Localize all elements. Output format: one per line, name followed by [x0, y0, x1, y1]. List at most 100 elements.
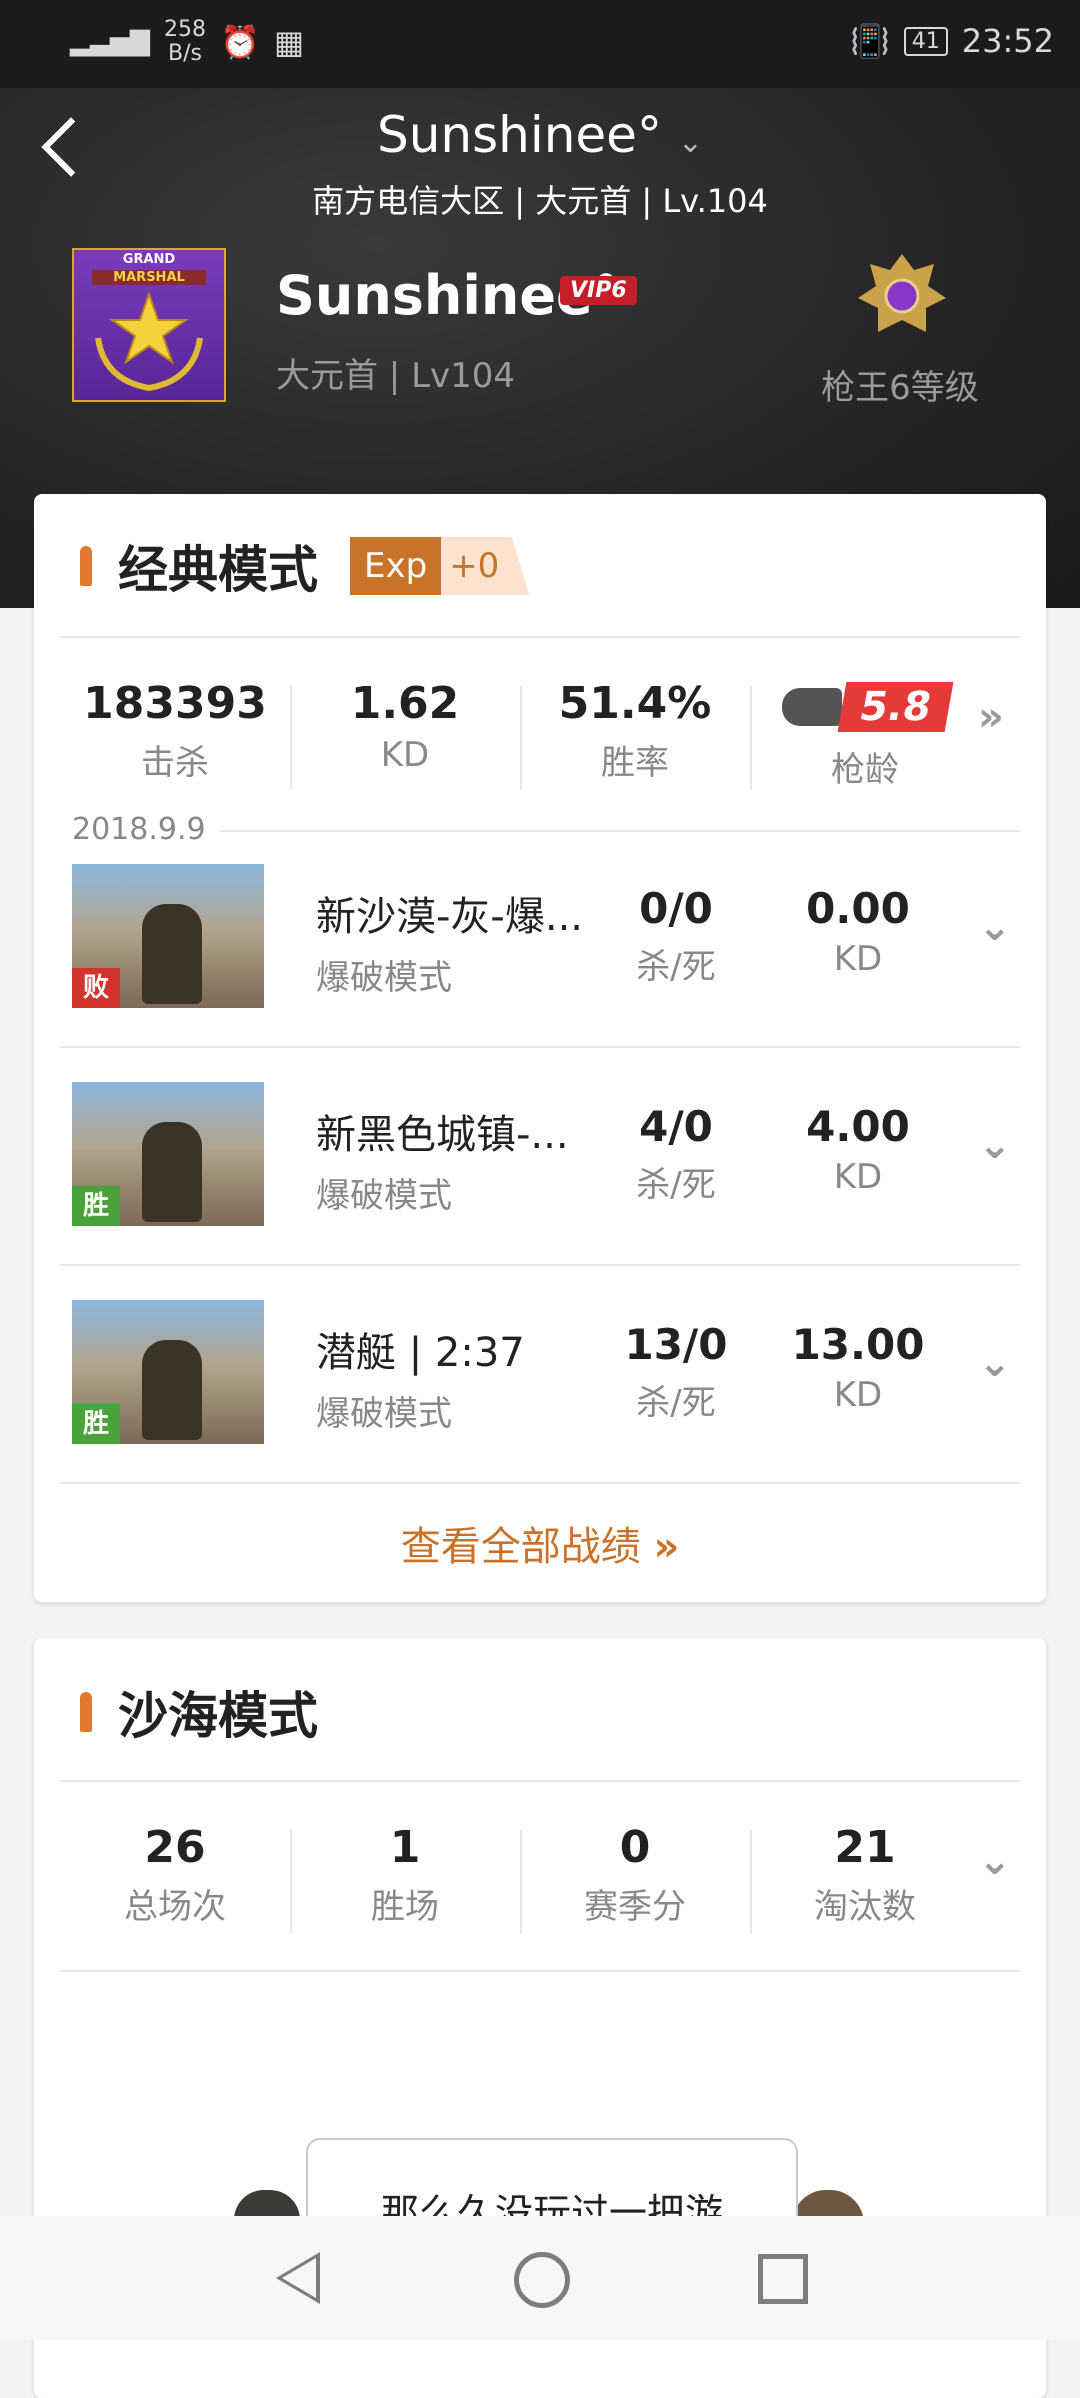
match-row[interactable]: 败 新沙漠-灰-爆... 爆破模式 0/0 杀/死 0.00 KD ⌄	[60, 864, 1020, 1082]
kd-label: KD	[833, 1157, 883, 1197]
page-title[interactable]: Sunshinee° ⌄	[0, 106, 1080, 164]
sandsea-stats: 26 总场次 1 胜场 0 赛季分 21 淘汰数	[60, 1822, 980, 1934]
stat-value: 26	[144, 1822, 206, 1873]
kills-deaths-label: 杀/死	[636, 947, 716, 987]
stat-wins: 1 胜场	[290, 1822, 520, 1934]
stat-gun-age[interactable]: 5.8 枪龄	[750, 678, 980, 791]
sandsea-mode-header: 沙海模式	[80, 1676, 318, 1748]
stat-eliminations: 21 淘汰数	[750, 1822, 980, 1934]
nav-recents-icon[interactable]	[758, 2254, 808, 2304]
result-tag: 败	[72, 968, 120, 1008]
map-name: 潜艇 | 2:37	[316, 1330, 525, 1376]
classic-stats: 183393 击杀 1.62 KD 51.4% 胜率 5.8 枪龄	[60, 678, 980, 791]
chevron-right-icon[interactable]: »	[978, 694, 1004, 740]
section-title: 沙海模式	[118, 1687, 318, 1745]
network-speed: 258 B/s	[164, 18, 206, 66]
match-row[interactable]: 胜 新黑色城镇-... 爆破模式 4/0 杀/死 4.00 KD ⌄	[60, 1082, 1020, 1300]
exp-value: +0	[441, 537, 530, 595]
stat-label: 赛季分	[584, 1887, 686, 1927]
gun-age-value: 5.8	[837, 682, 953, 732]
stat-value: 1	[389, 1822, 421, 1873]
stat-kd: 1.62 KD	[290, 678, 520, 791]
stat-label: 胜率	[601, 743, 669, 783]
stat-value: 51.4%	[558, 678, 712, 729]
stat-winrate: 51.4% 胜率	[520, 678, 750, 791]
stat-label: KD	[380, 735, 430, 775]
chevron-down-icon[interactable]: ⌄	[978, 1122, 1012, 1168]
soldier-figure	[142, 1340, 202, 1440]
map-name: 新黑色城镇-...	[316, 1112, 569, 1158]
double-chevron-right-icon: »	[653, 1524, 680, 1570]
section-title: 经典模式	[118, 541, 318, 599]
kills-deaths: 4/0 杀/死	[586, 1102, 766, 1206]
kills-deaths: 0/0 杀/死	[586, 884, 766, 988]
match-kd: 13.00 KD	[768, 1320, 948, 1415]
match-date: 2018.9.9	[72, 812, 206, 847]
match-kd: 4.00 KD	[768, 1102, 948, 1197]
nav-home-icon[interactable]	[514, 2252, 570, 2308]
game-mode: 爆破模式	[316, 958, 452, 998]
stat-total-games: 26 总场次	[60, 1822, 290, 1928]
view-all-label: 查看全部战绩	[400, 1524, 641, 1570]
divider	[60, 636, 1020, 638]
battery-icon: 41	[903, 26, 948, 56]
stat-label: 枪龄	[831, 750, 899, 790]
stat-label: 淘汰数	[814, 1887, 916, 1927]
stat-label: 胜场	[371, 1887, 439, 1927]
page-subtitle: 南方电信大区 | 大元首 | Lv.104	[312, 182, 768, 220]
status-right: 📳 41 23:52	[850, 22, 1054, 60]
match-row[interactable]: 胜 潜艇 | 2:37 爆破模式 13/0 杀/死 13.00 KD ⌄	[60, 1300, 1020, 1518]
stat-value: 0	[619, 1822, 651, 1873]
kd-value: 13.00	[791, 1320, 925, 1369]
divider	[60, 1264, 1020, 1266]
status-bar: ▂▃▅▇ 258 B/s ⏰ ▦ 📳 41 23:52	[0, 0, 1080, 88]
stat-kills: 183393 击杀	[60, 678, 290, 791]
classic-mode-header: 经典模式 Exp +0	[80, 530, 530, 602]
rank-label: 枪王6等级	[821, 368, 979, 408]
stat-season-points: 0 赛季分	[520, 1822, 750, 1934]
kills-deaths-label: 杀/死	[636, 1165, 716, 1205]
stat-value: 1.62	[350, 678, 460, 729]
bullet-icon	[80, 546, 92, 586]
kd-value: 4.00	[806, 1102, 910, 1151]
vibrate-icon: 📳	[849, 22, 890, 60]
kd-label: KD	[833, 1375, 883, 1415]
chevron-down-icon[interactable]: ⌄	[978, 1838, 1012, 1884]
kills-deaths-value: 4/0	[639, 1102, 713, 1151]
player-meta: 大元首 | Lv104	[276, 356, 516, 396]
speed-value: 258	[163, 17, 206, 42]
kd-value: 0.00	[806, 884, 910, 933]
chevron-down-icon[interactable]: ⌄	[978, 904, 1012, 950]
kills-deaths-value: 0/0	[639, 884, 713, 933]
gun-age-badge: 5.8	[750, 678, 980, 736]
divider	[60, 1046, 1020, 1048]
divider	[60, 1780, 1020, 1782]
status-left: ▂▃▅▇ 258 B/s ⏰ ▦	[70, 18, 304, 66]
soldier-figure	[142, 904, 202, 1004]
view-all-records-link[interactable]: 查看全部战绩 »	[34, 1514, 1046, 1572]
avatar[interactable]: GRAND MARSHAL	[72, 248, 226, 402]
stat-value: 183393	[83, 678, 267, 729]
classic-mode-card: 经典模式 Exp +0 183393 击杀 1.62 KD 51.4% 胜率 5…	[34, 494, 1046, 1602]
chevron-down-icon[interactable]: ⌄	[978, 1340, 1012, 1386]
grid-icon: ▦	[273, 23, 305, 61]
nav-back-icon[interactable]	[276, 2252, 320, 2304]
date-divider	[220, 830, 1020, 832]
map-thumbnail: 胜	[72, 1082, 264, 1226]
game-mode: 爆破模式	[316, 1176, 452, 1216]
game-mode: 爆破模式	[316, 1394, 452, 1434]
kd-label: KD	[833, 939, 883, 979]
stat-value: 21	[834, 1822, 896, 1873]
gun-icon	[781, 688, 842, 726]
result-tag: 胜	[72, 1404, 120, 1444]
bullet-icon	[80, 1692, 92, 1732]
chevron-down-icon[interactable]: ⌄	[678, 125, 703, 160]
kills-deaths: 13/0 杀/死	[586, 1320, 766, 1424]
stat-label: 总场次	[124, 1887, 226, 1927]
map-thumbnail: 胜	[72, 1300, 264, 1444]
kills-deaths-label: 杀/死	[636, 1383, 716, 1423]
exp-label: Exp	[350, 537, 442, 595]
alarm-icon: ⏰	[219, 23, 260, 61]
rank-emblem-icon[interactable]	[854, 250, 950, 340]
divider	[60, 1482, 1020, 1484]
